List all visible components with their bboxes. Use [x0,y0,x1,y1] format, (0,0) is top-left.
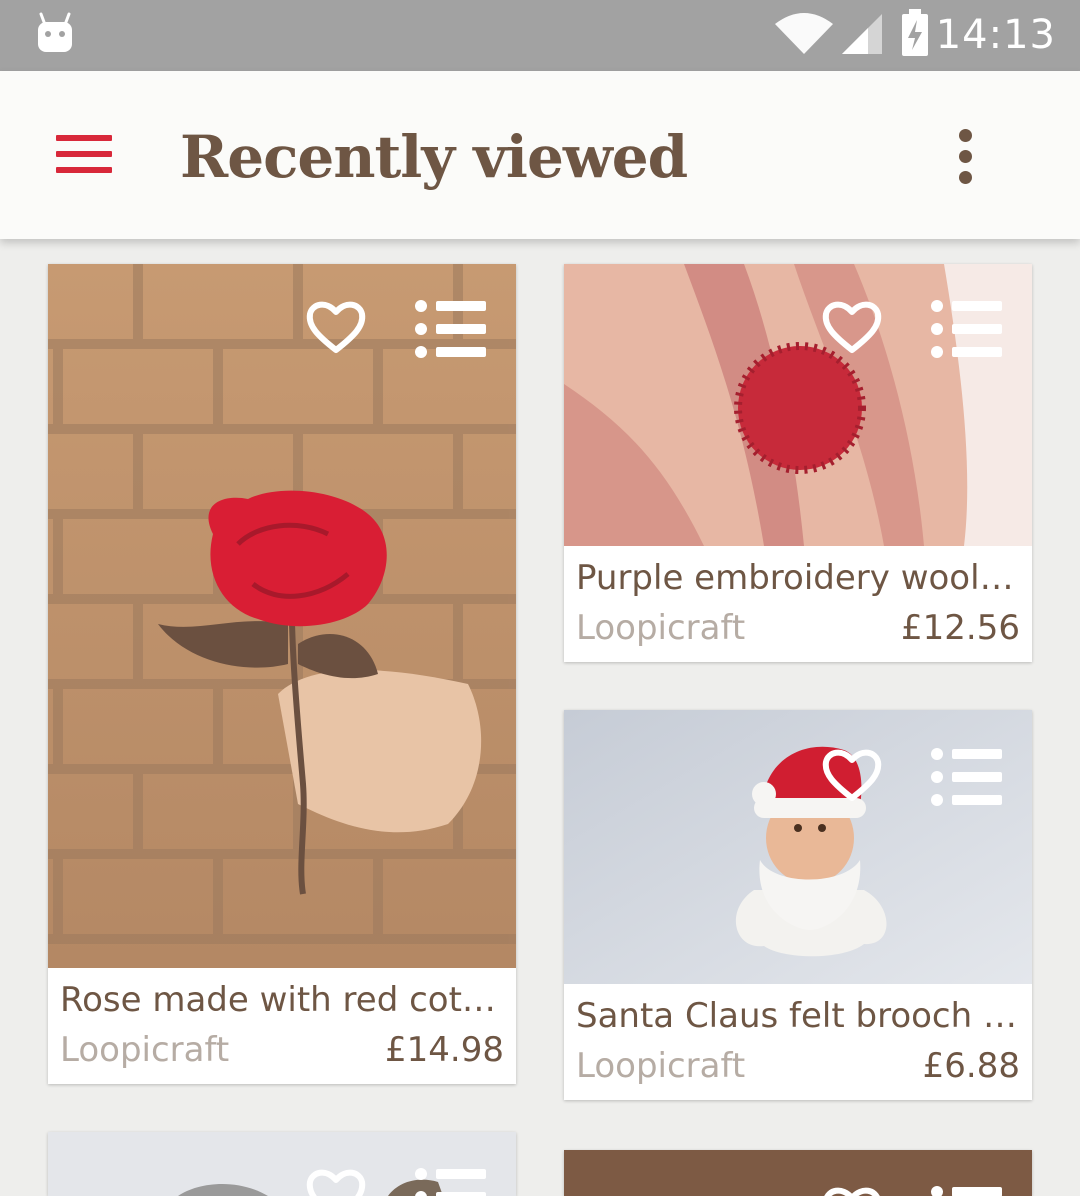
product-info: Rose made with red cotto… Loopicraft £14… [48,968,516,1084]
list-icon[interactable] [930,748,1002,806]
heart-icon[interactable] [820,746,884,804]
overflow-menu-icon[interactable] [950,127,982,187]
product-card[interactable] [564,1150,1032,1196]
product-seller: Loopicraft [576,1046,746,1086]
product-seller: Loopicraft [576,608,746,648]
product-card[interactable]: Santa Claus felt brooch or… Loopicraft £… [564,710,1032,1100]
product-info: Santa Claus felt brooch or… Loopicraft £… [564,984,1032,1100]
product-price: £6.88 [922,1046,1020,1086]
list-icon[interactable] [414,300,486,358]
product-seller: Loopicraft [60,1030,230,1070]
product-card[interactable]: Purple embroidery wool f… Loopicraft £12… [564,264,1032,662]
product-image [48,264,516,968]
heart-icon[interactable] [304,298,368,356]
product-card[interactable] [48,1132,516,1196]
heart-icon[interactable] [820,1184,884,1196]
status-time: 14:13 [935,12,1056,58]
android-icon [36,12,74,58]
signal-icon [842,14,882,54]
product-price: £12.56 [901,608,1020,648]
app-bar: Recently viewed [0,71,1080,239]
menu-icon[interactable] [52,131,114,179]
heart-icon[interactable] [820,298,884,356]
product-name: Santa Claus felt brooch or… [576,996,1018,1036]
product-card[interactable]: Rose made with red cotto… Loopicraft £14… [48,264,516,1084]
product-name: Rose made with red cotto… [60,980,502,1020]
product-name: Purple embroidery wool f… [576,558,1018,598]
list-icon[interactable] [930,1186,1002,1196]
battery-charging-icon [902,9,928,56]
status-bar: 14:13 [0,0,1080,71]
list-icon[interactable] [414,1168,486,1196]
heart-icon[interactable] [304,1166,368,1196]
product-price: £14.98 [385,1030,504,1070]
wifi-icon [775,13,833,54]
product-info: Purple embroidery wool f… Loopicraft £12… [564,546,1032,662]
page-title: Recently viewed [180,123,688,191]
list-icon[interactable] [930,300,1002,358]
